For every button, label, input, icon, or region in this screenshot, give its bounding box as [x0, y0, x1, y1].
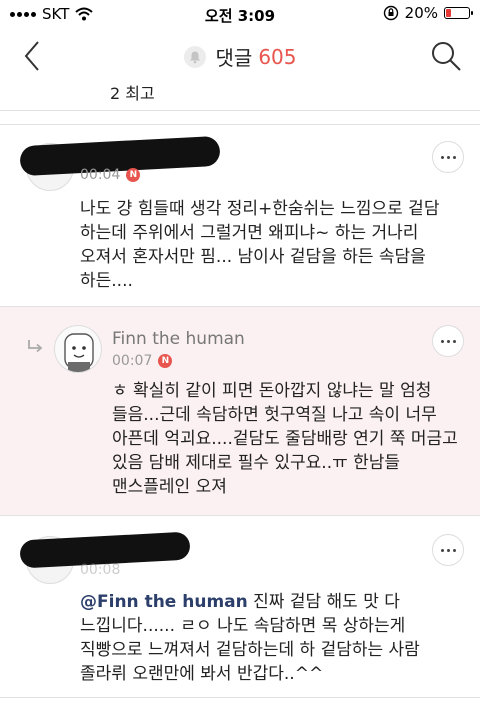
- mention-link[interactable]: @Finn the human: [80, 592, 248, 612]
- comment-time: 00:08: [80, 562, 121, 578]
- comment-text: 진짜 겉담 해도 맛 다: [247, 592, 400, 612]
- orientation-lock-icon: [383, 5, 398, 21]
- comment-author[interactable]: Finn the human: [112, 329, 245, 349]
- status-right: 20%: [383, 4, 473, 22]
- title-label: 댓글: [215, 46, 253, 70]
- comments-header: 댓글 605: [0, 28, 480, 84]
- new-badge: N: [126, 168, 141, 182]
- comment-count: 605: [258, 44, 297, 69]
- divider: [0, 697, 480, 698]
- more-button[interactable]: [432, 325, 464, 357]
- divider: [0, 110, 480, 111]
- sort-label: 2 최고: [110, 84, 155, 103]
- comment-line: 맨스플레인 오져: [112, 477, 227, 497]
- comment-time-row: 00:07 N: [112, 353, 173, 369]
- comment-line: ㅎ 확실히 같이 피면 돈아깝지 않냐는 말 엄청: [112, 381, 432, 401]
- finn-avatar-icon: [64, 333, 94, 372]
- more-icon: [440, 155, 444, 159]
- battery-percent: 20%: [404, 4, 438, 22]
- search-button[interactable]: [428, 38, 464, 74]
- more-button[interactable]: [432, 534, 464, 566]
- comment-time: 00:04: [80, 167, 121, 183]
- comment-time-row: 00:08: [80, 562, 120, 578]
- comment-time-row: 00:04 N: [80, 167, 141, 183]
- reply-arrow-icon: [28, 340, 43, 353]
- reply-comment-item: Finn the human 00:07 N ㅎ 확실히 같이 피면 돈아깝지 …: [0, 307, 480, 515]
- comment-line: 하는데 주위에서 그럴거면 왜피냐~ 하는 거나리: [80, 223, 419, 243]
- comment-body: ㅎ 확실히 같이 피면 돈아깝지 않냐는 말 엄청 들음...근데 속담하면 헛…: [112, 379, 458, 499]
- search-icon: [432, 42, 461, 71]
- comment-line: 직빵으로 느껴져서 겉담하는데 하 겉담하는 사람: [80, 640, 420, 660]
- comment-line: 나도 걍 힘들때 생각 정리+한숨쉬는 느낌으로 겉담: [80, 199, 440, 219]
- bell-icon[interactable]: [183, 45, 206, 68]
- comment-time: 00:07: [112, 353, 153, 369]
- comment-line: 하든....: [80, 271, 133, 291]
- more-icon: [440, 548, 444, 552]
- more-button[interactable]: [432, 141, 464, 173]
- comment-line: 느낍니다...... ㄹㅇ 나도 속담하면 목 상하는게: [80, 616, 406, 636]
- comment-line: 오져서 혼자서만 핌... 남이사 겉담을 하든 속담을: [80, 247, 426, 267]
- battery-icon: [444, 7, 473, 19]
- more-icon: [440, 339, 444, 343]
- comment-item: 00:08 @Finn the human 진짜 겉담 해도 맛 다 느낍니다.…: [0, 516, 480, 712]
- comment-line: 있음 담배 제대로 필수 있구요..ㅠ 한남들: [112, 453, 401, 473]
- comment-body: 나도 걍 힘들때 생각 정리+한숨쉬는 느낌으로 겉담 하는데 주위에서 그럴거…: [80, 197, 439, 293]
- page-title: 댓글 605: [0, 42, 480, 71]
- comment-line: 들음...근데 속담하면 헛구역질 나고 속이 너무: [112, 405, 437, 425]
- status-bar: SKT 오전 3:09 20%: [0, 0, 480, 28]
- battery-level: [446, 9, 451, 17]
- avatar[interactable]: [54, 325, 102, 373]
- comment-line: @Finn the human 진짜 겉담 해도 맛 다: [80, 590, 420, 614]
- comment-line: 졸라뤼 오랜만에 봐서 반갑다..^^: [80, 664, 324, 684]
- comment-body: @Finn the human 진짜 겉담 해도 맛 다 느낍니다...... …: [80, 590, 420, 686]
- comment-item: 00:04 N 나도 걍 힘들때 생각 정리+한숨쉬는 느낌으로 겉담 하는데 …: [0, 125, 480, 305]
- new-badge: N: [158, 354, 173, 368]
- comment-line: 아픈데 억괴요....겉담도 줄담배랑 연기 쭉 머금고: [112, 429, 458, 449]
